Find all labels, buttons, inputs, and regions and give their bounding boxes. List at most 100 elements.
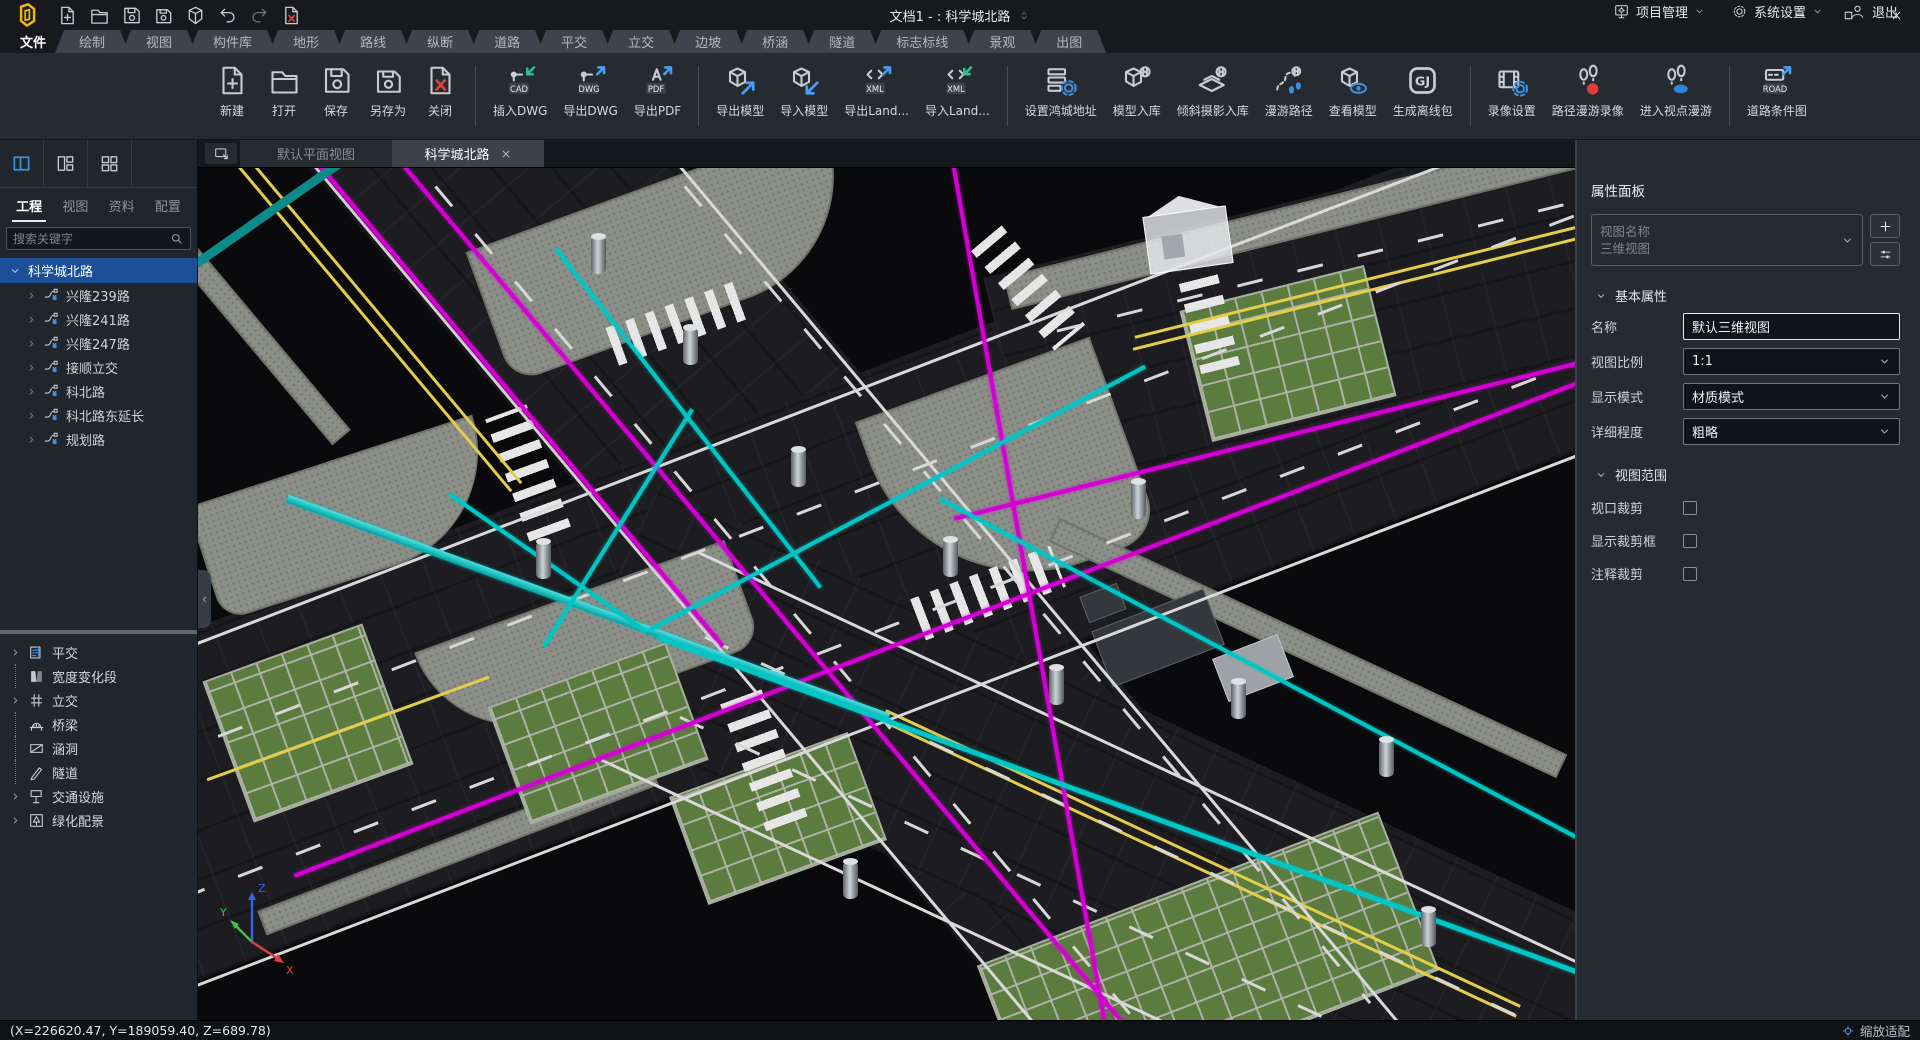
ribbon-tab[interactable]: 构件库 (189, 30, 276, 53)
toolbar-button[interactable]: PDF 导出PDF (626, 53, 689, 139)
category-item[interactable]: 交通设施 (0, 784, 197, 808)
top-right-menu-item[interactable]: 项目管理 (1605, 2, 1713, 21)
ribbon-tab[interactable]: 景观 (965, 30, 1039, 53)
section-basic-properties[interactable]: 基本属性 (1595, 286, 1900, 305)
browser-tab[interactable]: 视图 (60, 189, 90, 222)
tree-node-road[interactable]: 规划路 (0, 427, 197, 451)
view-name-input[interactable]: 默认三维视图 (1683, 313, 1900, 340)
view-name-selector[interactable]: 视图名称 三维视图 (1591, 214, 1863, 266)
toolbar-button[interactable]: XML 导出Land... (836, 53, 917, 139)
close-tab-icon[interactable] (500, 148, 512, 160)
tree-node-road[interactable]: 兴隆241路 (0, 307, 197, 331)
browser-tab[interactable]: 工程 (14, 189, 44, 222)
toolbar-button[interactable]: GJ 生成离线包 (1385, 53, 1461, 139)
toolbar-button[interactable]: ROAD 道路条件图 (1739, 53, 1815, 139)
browser-tab[interactable]: 配置 (153, 189, 183, 222)
redo-icon[interactable] (248, 4, 271, 27)
undo-icon[interactable] (216, 4, 239, 27)
toolbar-button[interactable]: 录像设置 (1480, 53, 1544, 139)
section-view-range[interactable]: 视图范围 (1595, 465, 1900, 484)
toolbar-button[interactable]: 另存为 (362, 53, 414, 139)
category-item[interactable]: 立交 (0, 688, 197, 712)
ribbon-tab[interactable]: 道路 (470, 30, 544, 53)
toolbar-button[interactable]: 导出模型 (708, 53, 772, 139)
new-viewport-button[interactable] (205, 143, 237, 164)
detail-level-select[interactable]: 粗略 (1683, 418, 1900, 445)
category-item[interactable]: 涵洞 (0, 736, 197, 760)
ribbon-tab[interactable]: 标志标线 (872, 30, 972, 53)
toolbar-button[interactable]: 关闭 (414, 53, 466, 139)
browser-tab[interactable]: 资料 (107, 189, 137, 222)
tree-node-road[interactable]: 科北路 (0, 379, 197, 403)
ribbon-tab[interactable]: 文件 (8, 30, 62, 53)
toolbar-button[interactable] (1729, 66, 1730, 126)
checkbox[interactable] (1683, 567, 1697, 581)
layout-button[interactable] (44, 140, 88, 187)
add-view-button[interactable] (1870, 214, 1900, 238)
toolbar-button[interactable]: CAD 插入DWG (485, 53, 555, 139)
category-item[interactable]: 平交 (0, 640, 197, 664)
layout-button[interactable] (0, 140, 44, 187)
tree-node-road[interactable]: 接顺立交 (0, 355, 197, 379)
save-icon[interactable] (120, 4, 143, 27)
category-item[interactable]: 隧道 (0, 760, 197, 784)
toolbar-button[interactable]: 路径漫游录像 (1544, 53, 1632, 139)
search-input[interactable] (13, 232, 169, 246)
ribbon-tab[interactable]: 桥涵 (738, 30, 812, 53)
tree-node-root[interactable]: 科学城北路 (0, 258, 197, 283)
checkbox[interactable] (1683, 501, 1697, 515)
display-mode-select[interactable]: 材质模式 (1683, 383, 1900, 410)
category-item[interactable]: 宽度变化段 (0, 664, 197, 688)
tree-node-road[interactable]: 科北路东延长 (0, 403, 197, 427)
layout-button[interactable] (88, 140, 132, 187)
ribbon-tab[interactable]: 平交 (537, 30, 611, 53)
toolbar-button[interactable] (1007, 66, 1008, 126)
viewport-tab-3d[interactable]: 科学城北路 (392, 140, 544, 167)
close-doc-icon[interactable] (280, 4, 303, 27)
toolbar-button[interactable]: 设置鸿城地址 (1017, 53, 1105, 139)
toolbar-button[interactable]: 倾斜摄影入库 (1169, 53, 1257, 139)
ribbon-tab[interactable]: 视图 (122, 30, 196, 53)
top-right-menu-item[interactable]: 退出 (1841, 2, 1906, 21)
toolbar-button[interactable]: 进入视点漫游 (1632, 53, 1720, 139)
ribbon-tab[interactable]: 绘制 (55, 30, 129, 53)
toolbar-button[interactable]: 查看模型 (1321, 53, 1385, 139)
new-file-icon[interactable] (56, 4, 79, 27)
utility-pillar (791, 449, 806, 487)
ribbon-tab[interactable]: 边坡 (671, 30, 745, 53)
view-scale-select[interactable]: 1:1 (1683, 348, 1900, 375)
viewport-tab-plan[interactable]: 默认平面视图 (240, 140, 392, 167)
toolbar-button[interactable]: 打开 (258, 53, 310, 139)
tree-node-road[interactable]: 兴隆239路 (0, 283, 197, 307)
ribbon-tab[interactable]: 地形 (269, 30, 343, 53)
ribbon-tab[interactable]: 出图 (1032, 30, 1106, 53)
toolbar-button[interactable]: 导入模型 (772, 53, 836, 139)
viewport-3d-canvas[interactable]: Z Y X (198, 168, 1575, 1020)
title-updown-icon[interactable] (1017, 9, 1030, 22)
search-icon[interactable] (169, 231, 184, 246)
manage-views-button[interactable] (1870, 242, 1900, 266)
save-as-icon[interactable] (152, 4, 175, 27)
top-right-menu-item[interactable]: 系统设置 (1723, 2, 1831, 21)
open-folder-icon[interactable] (88, 4, 111, 27)
toolbar-button[interactable] (475, 66, 476, 126)
toolbar-button[interactable]: 保存 (310, 53, 362, 139)
zoom-fit-button[interactable]: 缩放适配 (1841, 1021, 1910, 1040)
toolbar-button[interactable]: XML 导入Land... (917, 53, 998, 139)
block-icon[interactable] (184, 4, 207, 27)
ribbon-tab[interactable]: 纵断 (403, 30, 477, 53)
toolbar-button[interactable]: DWG 导出DWG (555, 53, 625, 139)
toolbar-button[interactable]: 模型入库 (1105, 53, 1169, 139)
ribbon-tab[interactable]: 立交 (604, 30, 678, 53)
toolbar-button[interactable] (698, 66, 699, 126)
category-item[interactable]: 绿化配景 (0, 808, 197, 832)
toolbar-button[interactable] (1470, 66, 1471, 126)
category-item[interactable]: 桥梁 (0, 712, 197, 736)
tree-node-road[interactable]: 兴隆247路 (0, 331, 197, 355)
ribbon-tab[interactable]: 路线 (336, 30, 410, 53)
checkbox[interactable] (1683, 534, 1697, 548)
ribbon-tab[interactable]: 隧道 (805, 30, 879, 53)
collapse-panel-handle[interactable] (198, 570, 211, 628)
toolbar-button[interactable]: 漫游路径 (1257, 53, 1321, 139)
toolbar-button[interactable]: 新建 (206, 53, 258, 139)
